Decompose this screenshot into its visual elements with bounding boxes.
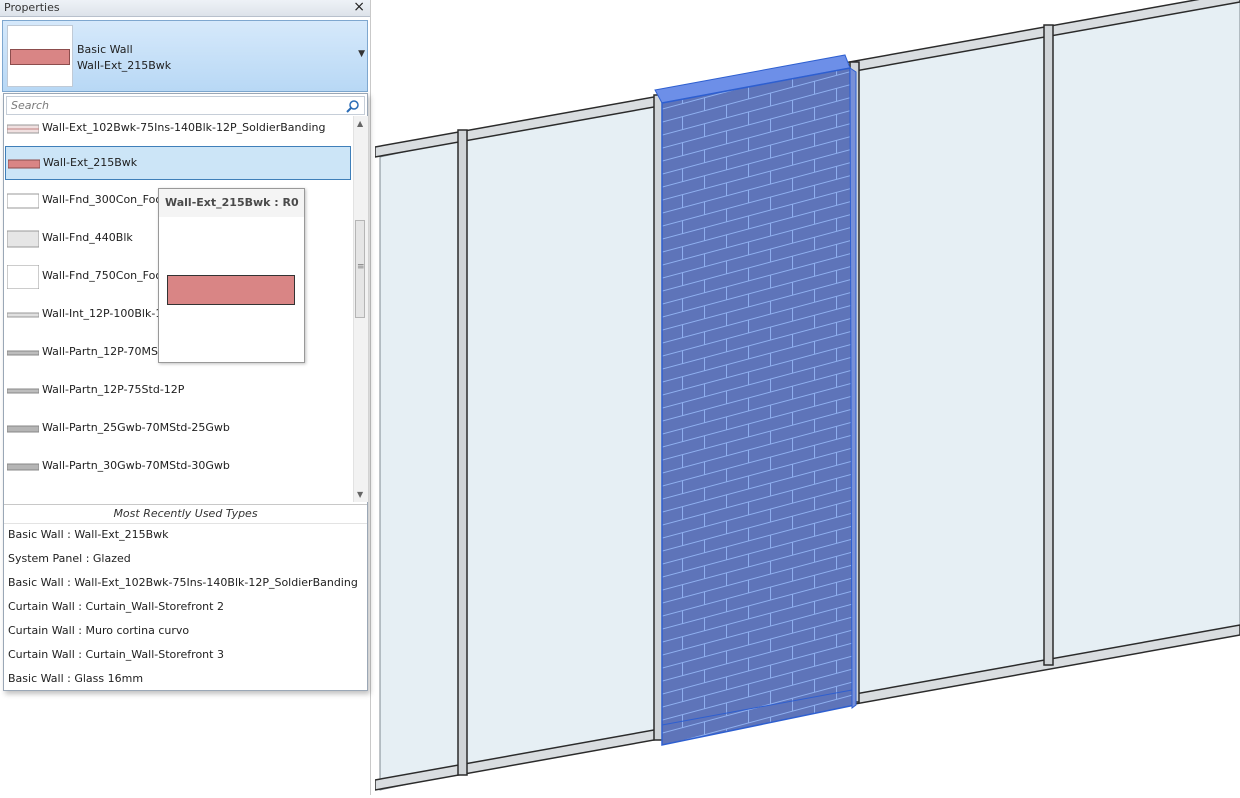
dropdown-arrow-icon[interactable]: ▼ [358, 49, 365, 59]
type-dropdown: Search Wall-Ext_102Bwk-75Ins-140Blk-12P_… [3, 93, 368, 691]
list-item-selected[interactable]: Wall-Ext_215Bwk [5, 146, 351, 180]
type-family: Basic Wall [77, 43, 133, 56]
list-item-label: Wall-Ext_102Bwk-75Ins-140Blk-12P_Soldier… [42, 121, 326, 134]
mru-item[interactable]: Curtain Wall : Curtain_Wall-Storefront 2 [4, 596, 367, 620]
mru-item[interactable]: Curtain Wall : Curtain_Wall-Storefront 3 [4, 644, 367, 668]
search-placeholder: Search [11, 99, 50, 112]
list-item-label: Wall-Fnd_300Con_Foo [42, 193, 163, 206]
glass-panel[interactable] [857, 31, 1045, 696]
type-selector[interactable]: Basic Wall Wall-Ext_215Bwk ▼ [2, 20, 368, 92]
grip-icon: ≡ [357, 262, 365, 272]
scrollbar-thumb[interactable]: ≡ [355, 220, 365, 318]
list-item-label: Wall-Fnd_440Blk [42, 231, 133, 244]
glass-panel[interactable] [379, 139, 462, 791]
3d-viewport[interactable] [374, 0, 1240, 795]
list-item-label: Wall-Partn_12P-75Std-12P [42, 383, 185, 396]
curtain-wall-model[interactable] [374, 0, 1240, 795]
list-item[interactable]: Wall-Ext_102Bwk-75Ins-140Blk-12P_Soldier… [5, 116, 351, 146]
list-item-label: Wall-Fnd_750Con_Foo [42, 269, 163, 282]
list-scrollbar[interactable]: ▲ ≡ ▼ [353, 116, 368, 502]
type-name: Wall-Ext_215Bwk [77, 59, 172, 72]
list-item[interactable]: Wall-Partn_12P-75Std-12P [5, 374, 351, 408]
list-item-label: Wall-Partn_12P-70MS [42, 345, 159, 358]
tooltip-title: Wall-Ext_215Bwk : R0 [159, 189, 304, 217]
glass-panel[interactable] [1050, 0, 1240, 661]
properties-titlebar[interactable]: Properties × [0, 0, 370, 17]
mru-item[interactable]: Basic Wall : Wall-Ext_102Bwk-75Ins-140Bl… [4, 572, 367, 596]
mru-item[interactable]: Basic Wall : Wall-Ext_215Bwk [4, 524, 367, 548]
scroll-down-icon[interactable]: ▼ [357, 490, 363, 499]
selected-brick-wall[interactable] [654, 54, 857, 746]
list-item-label: Wall-Partn_30Gwb-70MStd-30Gwb [42, 459, 230, 472]
list-item-label: Wall-Int_12P-100Blk-1 [42, 307, 163, 320]
mullion[interactable] [457, 129, 468, 776]
mru-item[interactable]: Curtain Wall : Muro cortina curvo [4, 620, 367, 644]
scroll-up-icon[interactable]: ▲ [357, 119, 363, 128]
mru-list: Basic Wall : Wall-Ext_215Bwk System Pane… [4, 524, 367, 692]
search-icon[interactable] [346, 99, 360, 113]
list-item-label: Wall-Partn_25Gwb-70MStd-25Gwb [42, 421, 230, 434]
glass-panel[interactable] [466, 99, 656, 773]
tooltip-swatch [167, 275, 295, 305]
list-item-label: Wall-Ext_215Bwk [43, 156, 138, 169]
properties-palette: Properties × Basic Wall Wall-Ext_215Bwk … [0, 0, 371, 795]
type-thumbnail [7, 25, 73, 87]
mullion[interactable] [1043, 24, 1054, 666]
mru-item[interactable]: System Panel : Glazed [4, 548, 367, 572]
mru-header: Most Recently Used Types [4, 504, 367, 524]
list-item[interactable]: Wall-Partn_30Gwb-70MStd-30Gwb [5, 450, 351, 484]
mru-item[interactable]: Basic Wall : Glass 16mm [4, 668, 367, 692]
close-icon[interactable]: × [353, 0, 365, 15]
type-preview-tooltip: Wall-Ext_215Bwk : R0 [158, 188, 305, 363]
list-item[interactable]: Wall-Partn_25Gwb-70MStd-25Gwb [5, 412, 351, 446]
search-input[interactable]: Search [6, 96, 365, 115]
properties-title: Properties [4, 1, 60, 14]
